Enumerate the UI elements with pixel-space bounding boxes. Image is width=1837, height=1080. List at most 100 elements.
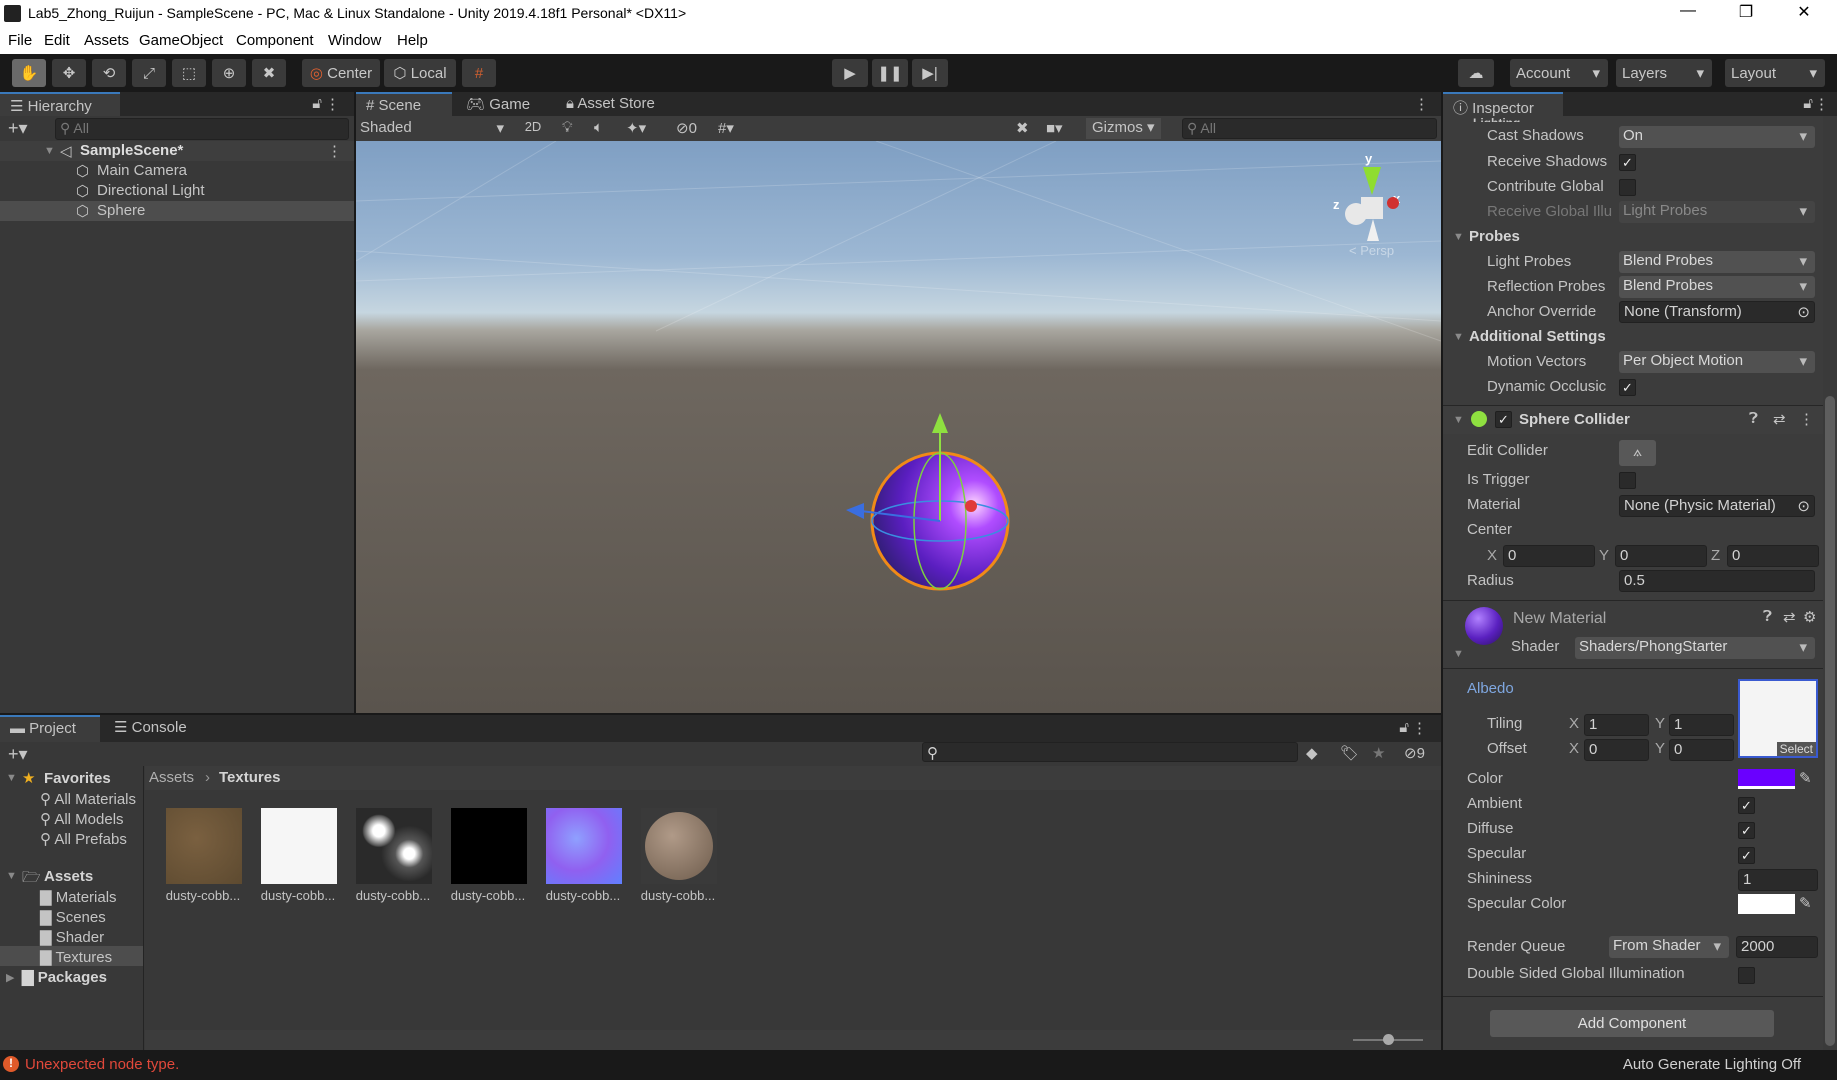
console-error-message[interactable]: Unexpected node type. [25,1056,179,1073]
presets-icon[interactable]: ⇄ [1783,608,1796,626]
texture-thumbnail[interactable] [356,808,432,884]
pause-button[interactable]: ❚❚ [872,59,908,87]
lighting-toggle-icon[interactable]: 💡︎ [562,119,573,136]
shading-mode-dropdown[interactable]: Shaded ▾ [360,119,508,137]
tab-hierarchy[interactable]: ☰ Hierarchy [0,92,120,116]
folder-item[interactable]: ▇ Scenes [40,908,106,926]
sphere-collider-header[interactable]: ▼ ✓ Sphere Collider ❓︎ ⇄ ⋮ [1443,406,1823,434]
diffuse-checkbox[interactable]: ✓ [1738,822,1755,839]
folder-item-selected[interactable]: ▇ Textures [40,948,112,966]
double-sided-gi-checkbox[interactable] [1738,967,1755,984]
shader-dropdown[interactable]: Shaders/PhongStarter [1575,637,1815,659]
rect-tool-icon[interactable]: ⬚ [172,59,206,87]
persp-label[interactable]: < Persp [1349,243,1394,258]
help-icon[interactable]: ❓︎ [1749,410,1758,427]
effects-toggle-icon[interactable]: ✦▾ [626,119,646,137]
menu-help[interactable]: Help [397,32,428,49]
scale-tool-icon[interactable]: ⤢ [132,59,166,87]
menu-edit[interactable]: Edit [44,32,70,49]
dynamic-occlusion-checkbox[interactable]: ✓ [1619,379,1636,396]
tab-scene[interactable]: # Scene [356,92,452,116]
gear-icon[interactable]: ⚙ [1803,608,1816,626]
tiling-y-field[interactable]: 1 [1669,714,1734,736]
menu-assets[interactable]: Assets [84,32,129,49]
add-component-button[interactable]: Add Component [1490,1010,1774,1037]
render-queue-dropdown[interactable]: From Shader [1609,936,1729,958]
scene-search-input[interactable]: ⚲ All [1182,118,1437,139]
hidden-objects-toggle[interactable]: ⊘0 [676,119,697,137]
lighting-status[interactable]: Auto Generate Lighting Off [1623,1056,1801,1073]
sphere-object[interactable] [846,413,1010,591]
texture-thumbnail[interactable] [261,808,337,884]
scene-viewport[interactable]: y z x < Persp [356,141,1441,713]
grid-toggle-icon[interactable]: #▾ [718,119,734,137]
presets-icon[interactable]: ⇄ [1773,410,1786,428]
render-queue-field[interactable]: 2000 [1736,936,1818,958]
additional-settings-header[interactable]: Additional Settings [1469,328,1606,345]
albedo-texture-slot[interactable]: Select [1738,679,1818,758]
center-x-field[interactable]: 0 [1503,545,1595,567]
texture-thumbnail[interactable] [546,808,622,884]
menu-component[interactable]: Component [236,32,314,49]
packages-folder[interactable]: ▇ Packages [22,968,107,986]
scene-menu-icon[interactable]: ⋮ [327,142,342,160]
lock-icon[interactable]: 🔓︎ [312,95,322,112]
favorite-item[interactable]: ⚲ All Prefabs [40,830,127,848]
physic-material-field[interactable]: None (Physic Material) ⊙ [1619,495,1815,517]
motion-vectors-dropdown[interactable]: Per Object Motion [1619,351,1815,373]
search-by-type-icon[interactable]: ◆ [1306,744,1318,762]
icon-size-slider[interactable] [1383,1034,1394,1045]
move-tool-icon[interactable]: ✥ [52,59,86,87]
tab-asset-store[interactable]: 🔒︎ Asset Store [556,92,665,116]
tiling-x-field[interactable]: 1 [1584,714,1649,736]
transform-tool-icon[interactable]: ⊕ [212,59,246,87]
menu-gameobject[interactable]: GameObject [139,32,223,49]
edit-collider-button[interactable]: ⟑ [1619,440,1656,466]
kebab-menu-icon[interactable]: ⋮ [1414,95,1429,113]
pivot-local-button[interactable]: ⬡ Local [384,59,456,87]
texture-thumbnail[interactable] [451,808,527,884]
create-add-button[interactable]: +▾ [8,744,28,765]
ambient-checkbox[interactable]: ✓ [1738,797,1755,814]
hierarchy-item[interactable]: ⬡ Main Camera [0,161,354,181]
eyedropper-icon[interactable]: ✎ [1799,894,1812,912]
component-enabled-checkbox[interactable]: ✓ [1495,411,1512,428]
eyedropper-icon[interactable]: ✎ [1799,769,1812,787]
2d-toggle[interactable]: 2D [516,119,550,134]
anchor-override-field[interactable]: None (Transform) ⊙ [1619,301,1815,323]
snap-grid-icon[interactable]: # [462,59,496,87]
pivot-center-button[interactable]: ◎ Center [302,59,380,87]
camera-icon[interactable]: ■▾ [1046,119,1063,137]
favorite-item[interactable]: ⚲ All Materials [40,790,144,808]
kebab-menu-icon[interactable]: ⋮ [1412,719,1427,737]
light-probes-dropdown[interactable]: Blend Probes [1619,251,1815,273]
center-z-field[interactable]: 0 [1727,545,1819,567]
menu-window[interactable]: Window [328,32,381,49]
play-button[interactable]: ▶ [832,59,868,87]
folder-item[interactable]: ▇ Materials [40,888,117,906]
center-y-field[interactable]: 0 [1615,545,1707,567]
hidden-packages-toggle[interactable]: ⊘9 [1404,744,1425,762]
scrollbar[interactable] [1823,116,1837,1050]
hierarchy-search-input[interactable]: ⚲ All [55,118,349,140]
search-by-label-icon[interactable]: 🏷︎ [1340,744,1359,762]
material-thumbnail[interactable] [641,808,717,884]
favorite-item[interactable]: ⚲ All Models [40,810,124,828]
help-icon[interactable]: ❓︎ [1763,608,1772,625]
shininess-field[interactable]: 1 [1738,869,1818,891]
contribute-gi-checkbox[interactable] [1619,179,1636,196]
specular-color-swatch[interactable] [1738,894,1795,914]
offset-y-field[interactable]: 0 [1669,739,1734,761]
offset-x-field[interactable]: 0 [1584,739,1649,761]
hierarchy-item[interactable]: ⬡ Directional Light [0,181,354,201]
folder-item[interactable]: ▇ Shader [40,928,104,946]
breadcrumb-assets[interactable]: Assets [149,769,194,786]
tools-icon[interactable]: ✖ [1016,119,1029,137]
favorite-star-icon[interactable]: ★ [1372,744,1385,762]
radius-field[interactable]: 0.5 [1619,570,1815,592]
gizmos-dropdown[interactable]: Gizmos ▾ [1086,118,1161,139]
project-search-input[interactable]: ⚲ [922,742,1298,762]
kebab-menu-icon[interactable]: ⋮ [1799,410,1814,428]
step-button[interactable]: ▶| [912,59,948,87]
cast-shadows-dropdown[interactable]: On [1619,126,1815,148]
